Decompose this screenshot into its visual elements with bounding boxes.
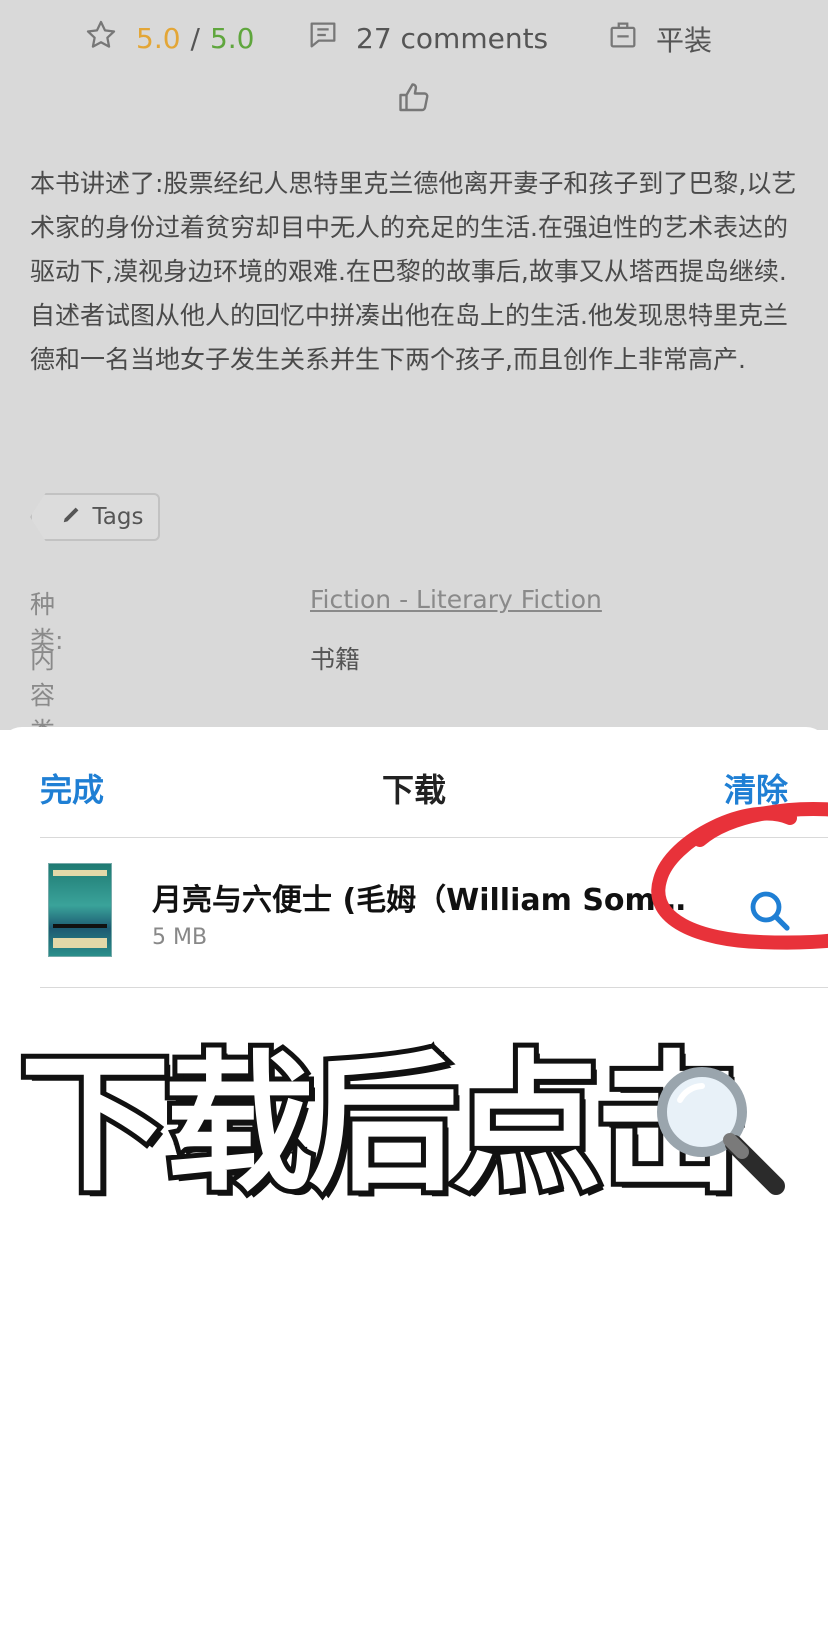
item-divider (40, 987, 828, 988)
red-annotation-circle (651, 802, 828, 950)
download-item-title: 月亮与六便士 (毛姆（William Som… (152, 883, 686, 918)
bag-icon (606, 18, 640, 59)
comments-stat[interactable]: 27 comments (306, 18, 548, 59)
download-item-size: 5 MB (152, 925, 208, 950)
rating-stat[interactable]: 5.0 / 5.0 (84, 18, 255, 59)
book-description: 本书讲述了:股票经纪人思特里克兰德他离开妻子和孩子到了巴黎,以艺术家的身份过着贫… (30, 169, 797, 374)
like-button[interactable] (396, 80, 432, 120)
category-link[interactable]: Fiction - Literary Fiction (310, 585, 602, 614)
content-type-value: 书籍 (310, 645, 361, 674)
rating-max: 5.0 (209, 22, 255, 55)
comments-count: 27 comments (356, 22, 549, 55)
star-icon (84, 18, 118, 59)
comment-icon (306, 18, 340, 59)
pencil-icon (61, 503, 83, 531)
format-label: 平装 (656, 23, 713, 57)
thumbs-up-icon (396, 83, 432, 120)
book-cover-thumbnail (48, 863, 112, 957)
overlay-caption: 下载后点击 (15, 1035, 751, 1215)
magnifier-emoji-icon (657, 1067, 785, 1195)
tags-label: Tags (92, 504, 144, 530)
tags-button[interactable]: Tags (30, 493, 160, 541)
rating-separator: / (190, 22, 200, 55)
format-stat: 平装 (606, 18, 712, 59)
book-stats-bar: 5.0 / 5.0 27 comments 平装 (0, 12, 828, 62)
rating-value: 5.0 (136, 22, 181, 55)
